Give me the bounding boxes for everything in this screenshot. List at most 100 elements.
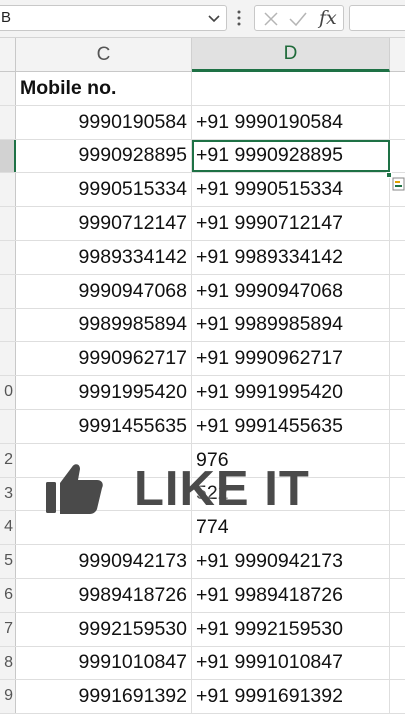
table-row: 8 9991010847 +91 9991010847 — [0, 646, 405, 681]
insert-function-button[interactable]: fx — [319, 7, 337, 29]
mobile-number-cell[interactable]: 9989418726 — [16, 579, 192, 612]
row-number[interactable] — [0, 308, 16, 342]
table-row: 9990947068 +91 9990947068 — [0, 274, 405, 309]
empty-cell[interactable] — [390, 342, 405, 375]
row-number-label: 7 — [4, 619, 13, 637]
formula-input[interactable] — [349, 5, 405, 31]
empty-cell[interactable] — [390, 140, 405, 173]
name-box[interactable]: B — [0, 5, 227, 31]
mobile-number-cell[interactable]: 9991010847 — [16, 646, 192, 680]
row-number[interactable]: 6 — [0, 579, 16, 612]
check-icon[interactable] — [288, 10, 308, 28]
empty-cell[interactable] — [390, 680, 405, 713]
mobile-number-cell[interactable]: 9990515334 — [16, 173, 192, 207]
header-row: Mobile no. — [0, 72, 405, 106]
empty-cell[interactable] — [390, 106, 405, 139]
row-number-label: 6 — [4, 586, 13, 603]
thumbs-up-icon — [46, 464, 103, 514]
empty-cell[interactable] — [390, 207, 405, 240]
formatted-number-cell[interactable]: +91 9990712147 — [192, 207, 390, 240]
column-header-e[interactable] — [390, 38, 405, 72]
column-header-d[interactable]: D — [192, 38, 390, 72]
empty-cell[interactable] — [390, 545, 405, 578]
spreadsheet-grid: C D Mobile no. 9990190584 +91 9990190584 99… — [0, 38, 405, 720]
table-row: 9990515334 +91 9990515334 — [0, 173, 405, 208]
formatted-number-cell[interactable]: +91 9989985894 — [192, 308, 390, 342]
column-header-c[interactable]: C — [16, 38, 192, 72]
formatted-number-cell[interactable]: +91 9989418726 — [192, 579, 390, 612]
like-overlay: LIKE IT — [45, 459, 330, 525]
mobile-number-cell[interactable]: 9990190584 — [16, 105, 192, 139]
empty-cell[interactable] — [390, 613, 405, 646]
mobile-number-cell[interactable]: 9990962717 — [16, 342, 192, 376]
mobile-number-cell[interactable]: 9989334142 — [16, 241, 192, 274]
formatted-number-cell[interactable]: +91 9991995420 — [192, 376, 390, 409]
mobile-number-cell[interactable]: 9991455635 — [16, 410, 192, 443]
row-number[interactable]: 3 — [0, 477, 16, 511]
empty-cell[interactable] — [390, 511, 405, 544]
formatted-number-cell[interactable]: +91 9990190584 — [192, 105, 390, 139]
row-number-label: 0 — [4, 383, 13, 401]
formatted-number-cell[interactable]: +91 9991691392 — [192, 680, 390, 714]
chevron-down-icon[interactable] — [206, 10, 222, 26]
row-number-label: 4 — [4, 518, 13, 536]
table-row: 5 9990942173 +91 9990942173 — [0, 545, 405, 579]
formatted-number-cell[interactable] — [192, 72, 390, 105]
row-number-label: 3 — [4, 484, 13, 502]
row-number[interactable] — [0, 72, 16, 105]
empty-cell[interactable] — [390, 72, 405, 105]
formatted-number-cell[interactable]: +91 9992159530 — [192, 612, 390, 646]
empty-cell[interactable] — [390, 241, 405, 274]
empty-cell[interactable] — [390, 309, 405, 342]
table-row: 0 9991995420 +91 9991995420 — [0, 376, 405, 410]
row-number[interactable]: 4 — [0, 511, 16, 545]
row-number[interactable] — [0, 105, 16, 139]
column-title-cell[interactable]: Mobile no. — [16, 72, 192, 105]
mobile-number-cell[interactable]: 9991691392 — [16, 680, 192, 714]
empty-cell[interactable] — [390, 410, 405, 443]
mobile-number-cell[interactable]: 9992159530 — [16, 612, 192, 646]
row-number-label: 2 — [4, 450, 13, 468]
empty-cell[interactable] — [390, 444, 405, 477]
formatted-number-cell[interactable]: +91 9990947068 — [192, 274, 390, 308]
row-number[interactable] — [0, 274, 16, 308]
select-all-corner[interactable] — [0, 38, 16, 72]
formatted-number-cell[interactable]: +91 9991455635 — [192, 410, 390, 443]
row-number[interactable]: 8 — [0, 646, 16, 680]
autofill-options-icon[interactable] — [392, 176, 405, 192]
table-row: 9989334142 +91 9989334142 — [0, 241, 405, 275]
empty-cell[interactable] — [390, 579, 405, 612]
row-number[interactable] — [0, 139, 16, 173]
row-number[interactable]: 5 — [0, 545, 16, 578]
mobile-number-cell[interactable]: 9989985894 — [16, 308, 192, 342]
formatted-number-cell[interactable]: +91 9990515334 — [192, 173, 390, 207]
row-number[interactable] — [0, 410, 16, 443]
row-number[interactable] — [0, 207, 16, 240]
row-number[interactable]: 7 — [0, 612, 16, 646]
row-number[interactable] — [0, 342, 16, 376]
mobile-number-cell[interactable]: 9990928895 — [16, 139, 192, 173]
formatted-number-cell[interactable]: +91 9991010847 — [192, 646, 390, 680]
mobile-number-cell[interactable]: 9990712147 — [16, 207, 192, 240]
row-number[interactable]: 0 — [0, 376, 16, 409]
table-row: 9 9991691392 +91 9991691392 — [0, 680, 405, 715]
row-number[interactable]: 9 — [0, 680, 16, 714]
empty-cell[interactable] — [390, 376, 405, 409]
formatted-number-cell[interactable]: +91 9989334142 — [192, 241, 390, 274]
row-number-label: 9 — [4, 687, 13, 705]
row-number[interactable]: 2 — [0, 443, 16, 477]
empty-cell[interactable] — [390, 275, 405, 308]
more-options-icon[interactable] — [236, 9, 242, 27]
table-row: 6 9989418726 +91 9989418726 — [0, 579, 405, 613]
row-number[interactable] — [0, 241, 16, 274]
formatted-number-cell[interactable]: +91 9990962717 — [192, 342, 390, 376]
row-number[interactable] — [0, 173, 16, 207]
mobile-number-cell[interactable]: 9990942173 — [16, 545, 192, 578]
mobile-number-cell[interactable]: 9990947068 — [16, 274, 192, 308]
empty-cell[interactable] — [390, 478, 405, 511]
empty-cell[interactable] — [390, 647, 405, 680]
selected-cell[interactable]: +91 9990928895 — [192, 139, 390, 173]
cancel-icon[interactable] — [262, 10, 280, 28]
formatted-number-cell[interactable]: +91 9990942173 — [192, 545, 390, 578]
mobile-number-cell[interactable]: 9991995420 — [16, 376, 192, 409]
